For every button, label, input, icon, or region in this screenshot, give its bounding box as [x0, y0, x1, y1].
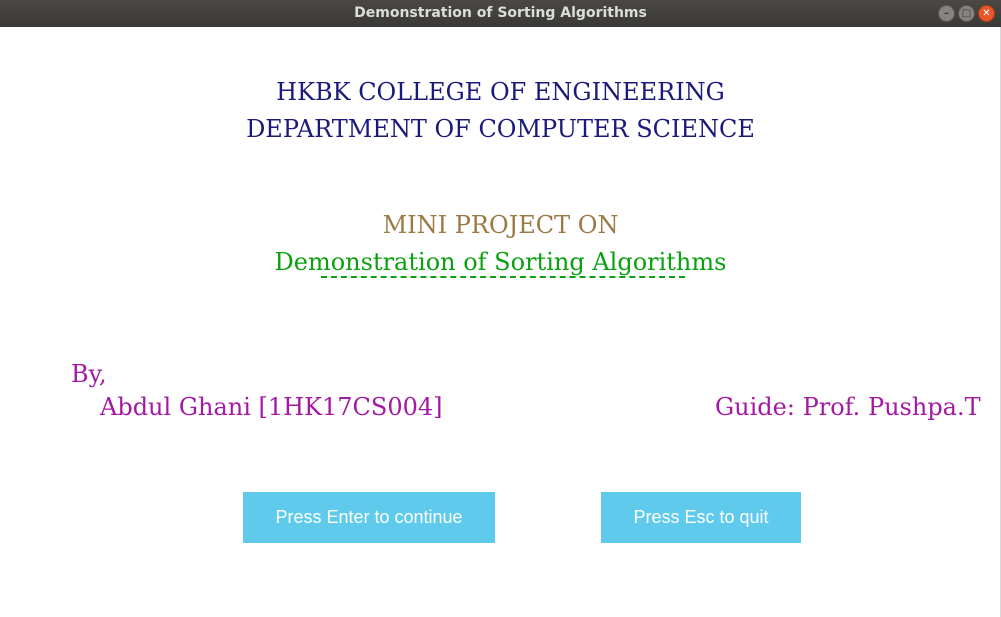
minimize-icon[interactable]: – — [938, 5, 955, 22]
by-label: By, — [71, 360, 107, 388]
guide-name: Guide: Prof. Pushpa.T — [715, 393, 981, 421]
college-name: HKBK COLLEGE OF ENGINEERING — [276, 78, 725, 106]
quit-button[interactable]: Press Esc to quit — [601, 492, 801, 543]
maximize-icon[interactable]: □ — [958, 5, 975, 22]
project-intro: MINI PROJECT ON — [382, 211, 619, 239]
main-canvas: HKBK COLLEGE OF ENGINEERING DEPARTMENT O… — [0, 27, 1001, 617]
window-titlebar: Demonstration of Sorting Algorithms – □ … — [0, 0, 1001, 27]
continue-button[interactable]: Press Enter to continue — [243, 492, 495, 543]
window-title: Demonstration of Sorting Algorithms — [354, 5, 647, 21]
department-name: DEPARTMENT OF COMPUTER SCIENCE — [246, 115, 755, 143]
close-icon[interactable]: ✕ — [978, 5, 995, 22]
window-controls: – □ ✕ — [938, 5, 995, 22]
project-title: Demonstration of Sorting Algorithms — [274, 248, 727, 276]
title-underline — [321, 276, 685, 278]
author-name: Abdul Ghani [1HK17CS004] — [100, 393, 443, 421]
